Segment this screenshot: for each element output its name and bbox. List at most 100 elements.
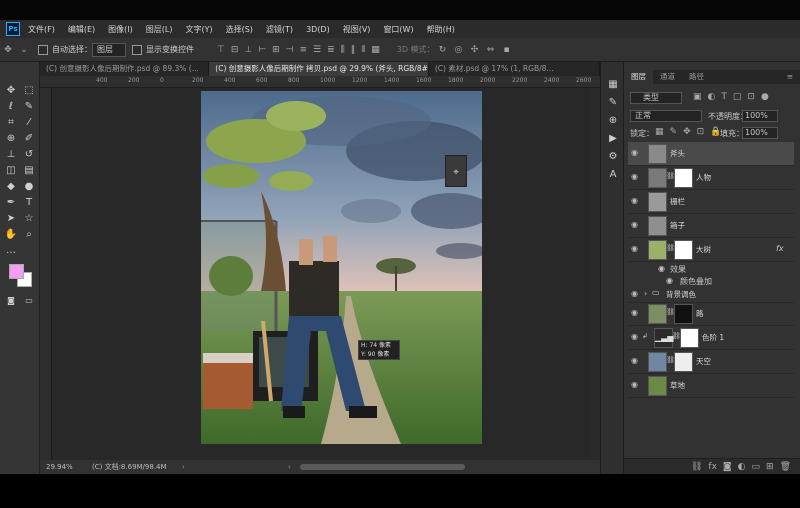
lock-position-icon[interactable]: ✥ xyxy=(683,127,691,137)
reset-3d-icon[interactable]: ⌖ xyxy=(446,168,466,178)
menu-file[interactable]: 文件(F) xyxy=(28,24,55,35)
distribute-bottom-icon[interactable]: ≣ xyxy=(327,45,335,55)
chevron-right-icon[interactable]: › xyxy=(644,289,647,298)
zoom-tool-icon[interactable]: ⌕ xyxy=(22,228,36,241)
eye-icon[interactable]: ◉ xyxy=(631,309,639,317)
path-select-tool-icon[interactable]: ➤ xyxy=(4,212,18,225)
layer-row-sky[interactable]: ◉ ⛓ 天空 xyxy=(628,350,794,374)
blend-mode-dropdown[interactable]: 正常 xyxy=(630,110,702,122)
history-panel-icon[interactable]: ▦ xyxy=(606,78,620,91)
gradient-tool-icon[interactable]: ▤ xyxy=(22,164,36,177)
tab-document-2[interactable]: (C) 创意摄影人像后期制作 拷贝.psd @ 29.9% (斧头, RGB/8… xyxy=(209,62,429,76)
tab-document-3[interactable]: (C) 素材.psd @ 17% (1, RGB/8... xyxy=(429,62,600,76)
more-tools-icon[interactable]: … xyxy=(4,244,18,257)
menu-filter[interactable]: 滤镜(T) xyxy=(266,24,293,35)
eye-icon[interactable]: ◉ xyxy=(658,264,665,273)
move-tool-icon[interactable]: ✥ xyxy=(3,45,13,55)
marquee-tool-icon[interactable]: ⬚ xyxy=(22,84,36,97)
menu-view[interactable]: 视图(V) xyxy=(343,24,371,35)
history-brush-tool-icon[interactable]: ↺ xyxy=(22,148,36,161)
filter-pixel-icon[interactable]: ▣ xyxy=(693,92,702,102)
pen-tool-icon[interactable]: ✒ xyxy=(4,196,18,209)
eraser-tool-icon[interactable]: ◫ xyxy=(4,164,18,177)
3d-slide-icon[interactable]: ⇔ xyxy=(486,45,496,55)
layer-effects-row[interactable]: ◉ 效果 xyxy=(628,262,794,274)
menu-help[interactable]: 帮助(H) xyxy=(427,24,455,35)
horizontal-scrollbar-thumb[interactable] xyxy=(300,464,465,470)
filter-type-icon[interactable]: T xyxy=(721,92,727,102)
filter-shape-icon[interactable]: ▢ xyxy=(733,92,742,102)
layer-row-person[interactable]: ◉ ⛓ 人物 xyxy=(628,166,794,190)
color-overlay-row[interactable]: ◉ 颜色叠加 xyxy=(628,274,794,286)
move-tool-icon[interactable]: ✥ xyxy=(4,84,18,97)
eye-icon[interactable]: ◉ xyxy=(666,276,673,285)
distribute-top-icon[interactable]: ≡ xyxy=(299,45,307,55)
3d-scale-icon[interactable]: ▪ xyxy=(502,45,512,55)
new-group-icon[interactable]: ▭ xyxy=(752,462,761,472)
quick-select-tool-icon[interactable]: ✎ xyxy=(22,100,36,113)
fx-icon[interactable]: fx xyxy=(776,244,784,253)
align-bottom-icon[interactable]: ⊥ xyxy=(244,45,252,55)
shape-tool-icon[interactable]: ☆ xyxy=(22,212,36,225)
distribute-right-icon[interactable]: ⦀ xyxy=(361,45,365,55)
3d-roll-icon[interactable]: ◎ xyxy=(454,45,464,55)
align-right-icon[interactable]: ⊣ xyxy=(286,45,294,55)
play-actions-icon[interactable]: ▶ xyxy=(606,132,620,145)
lock-pixels-icon[interactable]: ✎ xyxy=(670,127,678,137)
blur-tool-icon[interactable]: ◆ xyxy=(4,180,18,193)
auto-align-icon[interactable]: ▦ xyxy=(371,45,380,55)
panel-menu-icon[interactable]: ≡ xyxy=(780,70,800,84)
layer-row-grass[interactable]: ◉ 草地 xyxy=(628,374,794,398)
vertical-scrollbar[interactable] xyxy=(590,88,600,460)
dodge-tool-icon[interactable]: ● xyxy=(22,180,36,193)
brush-settings-icon[interactable]: ✎ xyxy=(606,96,620,109)
align-middle-icon[interactable]: ⊟ xyxy=(231,45,239,55)
fx-add-icon[interactable]: fx xyxy=(708,462,717,472)
lock-artboard-icon[interactable]: ⊡ xyxy=(697,127,705,137)
tab-channels[interactable]: 通道 xyxy=(653,70,682,84)
fill-input[interactable]: 100% xyxy=(742,127,778,139)
link-layers-icon[interactable]: ⛓ xyxy=(691,462,702,472)
eye-icon[interactable]: ◉ xyxy=(631,173,639,181)
menu-window[interactable]: 窗口(W) xyxy=(383,24,413,35)
chevron-down-icon[interactable]: ⌄ xyxy=(19,45,29,55)
auto-select-checkbox[interactable] xyxy=(38,44,48,55)
delete-layer-icon[interactable]: 🗑 xyxy=(780,462,791,472)
layer-row-box[interactable]: ◉ 箱子 xyxy=(628,214,794,238)
menu-layer[interactable]: 图层(L) xyxy=(146,24,173,35)
document-canvas-image[interactable] xyxy=(201,91,482,444)
distribute-center-icon[interactable]: ‖ xyxy=(351,45,356,55)
layer-row-levels[interactable]: ◉ ↲ ▁▃▅ ⛓ 色阶 1 xyxy=(628,326,794,350)
filter-adjust-icon[interactable]: ◐ xyxy=(708,92,716,102)
type-tool-icon[interactable]: T xyxy=(22,196,36,209)
quick-mask-icon[interactable]: ◙ xyxy=(4,294,18,307)
align-center-icon[interactable]: ⊞ xyxy=(272,45,280,55)
stamp-tool-icon[interactable]: ⊥ xyxy=(4,148,18,161)
eye-icon[interactable]: ◉ xyxy=(631,357,639,365)
scroll-left-icon[interactable]: ‹ xyxy=(288,460,291,474)
auto-select-dropdown[interactable]: 图层 xyxy=(92,42,126,57)
status-arrow-icon[interactable]: › xyxy=(182,460,185,474)
menu-image[interactable]: 图像(I) xyxy=(108,24,133,35)
layer-row-road[interactable]: ◉ ⛓ 路 xyxy=(628,302,794,326)
eye-icon[interactable]: ◉ xyxy=(631,290,639,298)
eye-icon[interactable]: ◉ xyxy=(631,333,639,341)
menu-edit[interactable]: 编辑(E) xyxy=(68,24,95,35)
brush-tool-icon[interactable]: ✐ xyxy=(22,132,36,145)
distribute-middle-icon[interactable]: ☰ xyxy=(313,45,321,55)
foreground-color-swatch[interactable] xyxy=(9,264,24,279)
zoom-level[interactable]: 29.94% xyxy=(46,460,73,474)
eye-icon[interactable]: ◉ xyxy=(631,221,639,229)
menu-3d[interactable]: 3D(D) xyxy=(306,25,330,34)
adjust-icon[interactable]: ⚙ xyxy=(606,150,620,163)
screen-mode-icon[interactable]: ▭ xyxy=(22,294,36,307)
align-top-icon[interactable]: ⊤ xyxy=(217,45,225,55)
align-left-icon[interactable]: ⊢ xyxy=(258,45,266,55)
eye-icon[interactable]: ◉ xyxy=(631,245,639,253)
distribute-left-icon[interactable]: ⫼ xyxy=(341,45,345,55)
eye-icon[interactable]: ◉ xyxy=(631,197,639,205)
tab-paths[interactable]: 路径 xyxy=(682,70,711,84)
eye-icon[interactable]: ◉ xyxy=(631,381,639,389)
add-mask-icon[interactable]: ◙ xyxy=(723,462,732,472)
opacity-input[interactable]: 100% xyxy=(742,110,778,122)
